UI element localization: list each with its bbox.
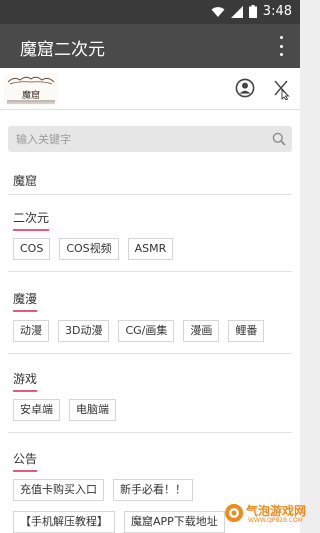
section-title-anime: 二次元: [13, 209, 50, 231]
divider: [8, 432, 292, 433]
tag-row-games: 安卓端 电脑端: [13, 399, 116, 421]
tag-beginners-guide[interactable]: 新手必看！！: [113, 479, 193, 501]
user-icon[interactable]: [235, 78, 255, 98]
section-title-games: 游戏: [13, 370, 38, 392]
app-title: 魔窟二次元: [20, 40, 105, 60]
watermark-logo-icon: [225, 504, 243, 522]
tag-row-moman: 动漫 3D动漫 CG/画集 漫画 鲤番: [13, 320, 265, 342]
tag-pc[interactable]: 电脑端: [69, 399, 116, 421]
status-time: 3:48: [262, 4, 292, 19]
section-title-announcements: 公告: [13, 450, 38, 472]
tag-cg-gallery[interactable]: CG/画集: [118, 320, 175, 342]
divider: [8, 271, 292, 272]
home-link[interactable]: 魔窟: [13, 172, 37, 189]
tag-cos[interactable]: COS: [13, 238, 51, 260]
signal-icon: [230, 5, 243, 18]
navigation-drawer: 魔窟 魔窟 二次元 COS COS视频 ASMR 魔漫 动漫 3D动漫 CG/画: [0, 68, 300, 533]
tag-recharge-card[interactable]: 充值卡购买入口: [13, 479, 104, 501]
tag-row-anime: COS COS视频 ASMR: [13, 238, 174, 260]
tag-unzip-tutorial[interactable]: 【手机解压教程】: [13, 511, 115, 533]
search-input[interactable]: [16, 131, 256, 147]
divider: [8, 194, 292, 195]
tag-lifan[interactable]: 鲤番: [228, 320, 265, 342]
search-icon[interactable]: [272, 132, 286, 146]
wifi-icon: [211, 6, 225, 17]
tag-row-announcements-1: 充值卡购买入口 新手必看！！: [13, 479, 193, 501]
search-bar[interactable]: [8, 126, 292, 152]
tag-3d-anime[interactable]: 3D动漫: [58, 320, 110, 342]
app-bar: 魔窟二次元: [0, 24, 300, 68]
tag-comics[interactable]: 漫画: [183, 320, 220, 342]
close-icon[interactable]: [272, 78, 292, 100]
tag-app-download[interactable]: 魔窟APP下载地址: [124, 511, 225, 533]
watermark-subtext: WWW.QP828.COM: [248, 517, 303, 524]
battery-icon: [248, 5, 257, 18]
status-icons: 3:48: [211, 4, 292, 19]
tag-asmr[interactable]: ASMR: [127, 238, 174, 260]
tag-android[interactable]: 安卓端: [13, 399, 60, 421]
section-title-moman: 魔漫: [13, 290, 38, 312]
tag-row-announcements-2: 【手机解压教程】 魔窟APP下载地址: [13, 511, 225, 533]
watermark: 气泡游戏网 WWW.QP828.COM: [224, 500, 306, 528]
drawer-header: 魔窟: [0, 68, 300, 110]
tag-anime[interactable]: 动漫: [13, 320, 49, 342]
logo-text: 魔窟: [22, 89, 40, 101]
divider: [8, 353, 292, 354]
overflow-menu-icon[interactable]: [278, 36, 284, 56]
status-bar: 3:48: [0, 0, 300, 24]
tag-cos-video[interactable]: COS视频: [59, 238, 119, 260]
site-logo[interactable]: 魔窟: [4, 73, 58, 105]
